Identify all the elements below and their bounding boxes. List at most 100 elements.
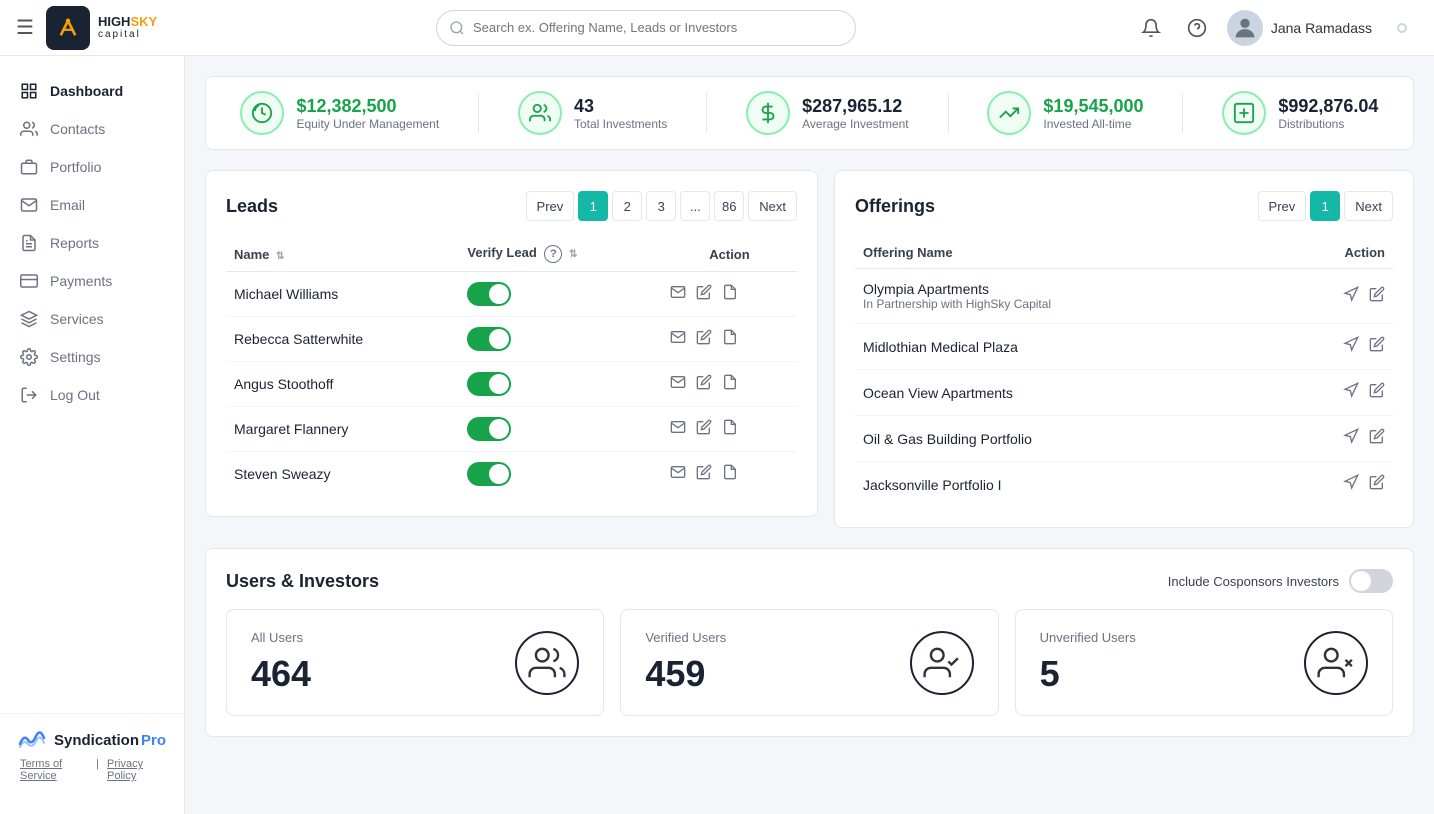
edit-offering-icon[interactable] bbox=[1369, 428, 1385, 449]
megaphone-action-icon[interactable] bbox=[1343, 336, 1359, 357]
sidebar-item-logout[interactable]: Log Out bbox=[0, 376, 184, 414]
edit-offering-icon[interactable] bbox=[1369, 382, 1385, 403]
sidebar-label-portfolio: Portfolio bbox=[50, 159, 101, 175]
stat-divider-2 bbox=[706, 93, 707, 133]
sidebar-item-payments[interactable]: Payments bbox=[0, 262, 184, 300]
cosponsors-toggle-switch[interactable] bbox=[1349, 569, 1393, 593]
leads-page-3[interactable]: 3 bbox=[646, 191, 676, 221]
offerings-prev-btn[interactable]: Prev bbox=[1258, 191, 1307, 221]
top-nav: ☰ HIGHSKY capital bbox=[0, 0, 1434, 56]
stat-divider-4 bbox=[1182, 93, 1183, 133]
sidebar-item-portfolio[interactable]: Portfolio bbox=[0, 148, 184, 186]
stat-investments: 43 Total Investments bbox=[518, 91, 667, 135]
lead-actions bbox=[670, 284, 789, 305]
megaphone-action-icon[interactable] bbox=[1343, 382, 1359, 403]
user-stat-card-verified: Verified Users 459 bbox=[620, 609, 998, 716]
edit-action-icon[interactable] bbox=[696, 464, 712, 485]
user-stat-number: 464 bbox=[251, 653, 311, 695]
notifications-icon[interactable] bbox=[1135, 12, 1167, 44]
offering-actions bbox=[1282, 428, 1385, 449]
verify-toggle[interactable] bbox=[467, 372, 511, 396]
stat-distributions: $992,876.04 Distributions bbox=[1222, 91, 1378, 135]
name-sort-icon[interactable]: ⇅ bbox=[276, 251, 284, 262]
search-bar[interactable] bbox=[436, 10, 856, 46]
edit-action-icon[interactable] bbox=[696, 419, 712, 440]
megaphone-action-icon[interactable] bbox=[1343, 286, 1359, 307]
user-info[interactable]: Jana Ramadass bbox=[1227, 10, 1372, 46]
document-action-icon[interactable] bbox=[722, 374, 738, 395]
hamburger-icon[interactable]: ☰ bbox=[16, 15, 34, 40]
sidebar-item-reports[interactable]: Reports bbox=[0, 224, 184, 262]
sidebar-item-dashboard[interactable]: Dashboard bbox=[0, 72, 184, 110]
stat-distributions-label: Distributions bbox=[1278, 117, 1378, 131]
email-action-icon[interactable] bbox=[670, 374, 686, 395]
document-action-icon[interactable] bbox=[722, 329, 738, 350]
stat-equity: $12,382,500 Equity Under Management bbox=[240, 91, 439, 135]
terms-link[interactable]: Terms of Service bbox=[20, 758, 88, 782]
email-action-icon[interactable] bbox=[670, 464, 686, 485]
lead-actions bbox=[670, 419, 789, 440]
megaphone-action-icon[interactable] bbox=[1343, 474, 1359, 495]
email-action-icon[interactable] bbox=[670, 284, 686, 305]
edit-action-icon[interactable] bbox=[696, 284, 712, 305]
lead-name: Steven Sweazy bbox=[234, 466, 331, 482]
lead-name: Margaret Flannery bbox=[234, 421, 348, 437]
offerings-page-1[interactable]: 1 bbox=[1310, 191, 1340, 221]
offering-name: Olympia Apartments bbox=[863, 281, 1266, 297]
stat-average-text: $287,965.12 Average Investment bbox=[802, 96, 909, 131]
verify-toggle[interactable] bbox=[467, 282, 511, 306]
leads-page-2[interactable]: 2 bbox=[612, 191, 642, 221]
offerings-title: Offerings bbox=[855, 196, 935, 217]
help-icon[interactable] bbox=[1181, 12, 1213, 44]
document-action-icon[interactable] bbox=[722, 464, 738, 485]
sidebar-item-contacts[interactable]: Contacts bbox=[0, 110, 184, 148]
leads-prev-btn[interactable]: Prev bbox=[526, 191, 575, 221]
stat-invested-label: Invested All-time bbox=[1043, 117, 1143, 131]
offerings-col-name: Offering Name bbox=[855, 237, 1274, 269]
leads-next-btn[interactable]: Next bbox=[748, 191, 797, 221]
sidebar-item-settings[interactable]: Settings bbox=[0, 338, 184, 376]
verify-toggle[interactable] bbox=[467, 327, 511, 351]
offerings-col-action: Action bbox=[1274, 237, 1393, 269]
reports-icon bbox=[20, 234, 38, 252]
edit-offering-icon[interactable] bbox=[1369, 336, 1385, 357]
stat-investments-icon bbox=[518, 91, 562, 135]
document-action-icon[interactable] bbox=[722, 284, 738, 305]
edit-action-icon[interactable] bbox=[696, 374, 712, 395]
offering-name: Midlothian Medical Plaza bbox=[863, 339, 1266, 355]
payments-icon bbox=[20, 272, 38, 290]
sidebar-item-services[interactable]: Services bbox=[0, 300, 184, 338]
megaphone-action-icon[interactable] bbox=[1343, 428, 1359, 449]
sidebar-item-email[interactable]: Email bbox=[0, 186, 184, 224]
leads-page-86[interactable]: 86 bbox=[714, 191, 744, 221]
offerings-pagination: Prev 1 Next bbox=[1258, 191, 1393, 221]
syndication-pro-text: SyndicationPro bbox=[54, 732, 166, 749]
edit-offering-icon[interactable] bbox=[1369, 286, 1385, 307]
document-action-icon[interactable] bbox=[722, 419, 738, 440]
user-stat-label: All Users bbox=[251, 630, 311, 645]
sidebar-label-payments: Payments bbox=[50, 273, 112, 289]
dashboard-icon bbox=[20, 82, 38, 100]
verify-toggle[interactable] bbox=[467, 417, 511, 441]
user-stat-icon-verified bbox=[910, 631, 974, 695]
edit-offering-icon[interactable] bbox=[1369, 474, 1385, 495]
edit-action-icon[interactable] bbox=[696, 329, 712, 350]
privacy-link[interactable]: Privacy Policy bbox=[107, 758, 164, 782]
search-input[interactable] bbox=[473, 20, 843, 35]
offering-actions bbox=[1282, 336, 1385, 357]
verify-sort-icon[interactable]: ⇅ bbox=[569, 249, 577, 260]
offering-name: Oil & Gas Building Portfolio bbox=[863, 431, 1266, 447]
email-icon bbox=[20, 196, 38, 214]
search-area bbox=[157, 10, 1135, 46]
email-action-icon[interactable] bbox=[670, 329, 686, 350]
verify-help-icon[interactable]: ? bbox=[544, 245, 562, 263]
offerings-next-btn[interactable]: Next bbox=[1344, 191, 1393, 221]
verify-toggle[interactable] bbox=[467, 462, 511, 486]
user-stat-icon-all bbox=[515, 631, 579, 695]
email-action-icon[interactable] bbox=[670, 419, 686, 440]
leads-page-1[interactable]: 1 bbox=[578, 191, 608, 221]
sidebar-bottom: SyndicationPro Terms of Service | Privac… bbox=[0, 713, 184, 798]
table-row: Olympia Apartments In Partnership with H… bbox=[855, 269, 1393, 324]
main-content: $12,382,500 Equity Under Management 43 bbox=[185, 56, 1434, 814]
stat-distributions-text: $992,876.04 Distributions bbox=[1278, 96, 1378, 131]
